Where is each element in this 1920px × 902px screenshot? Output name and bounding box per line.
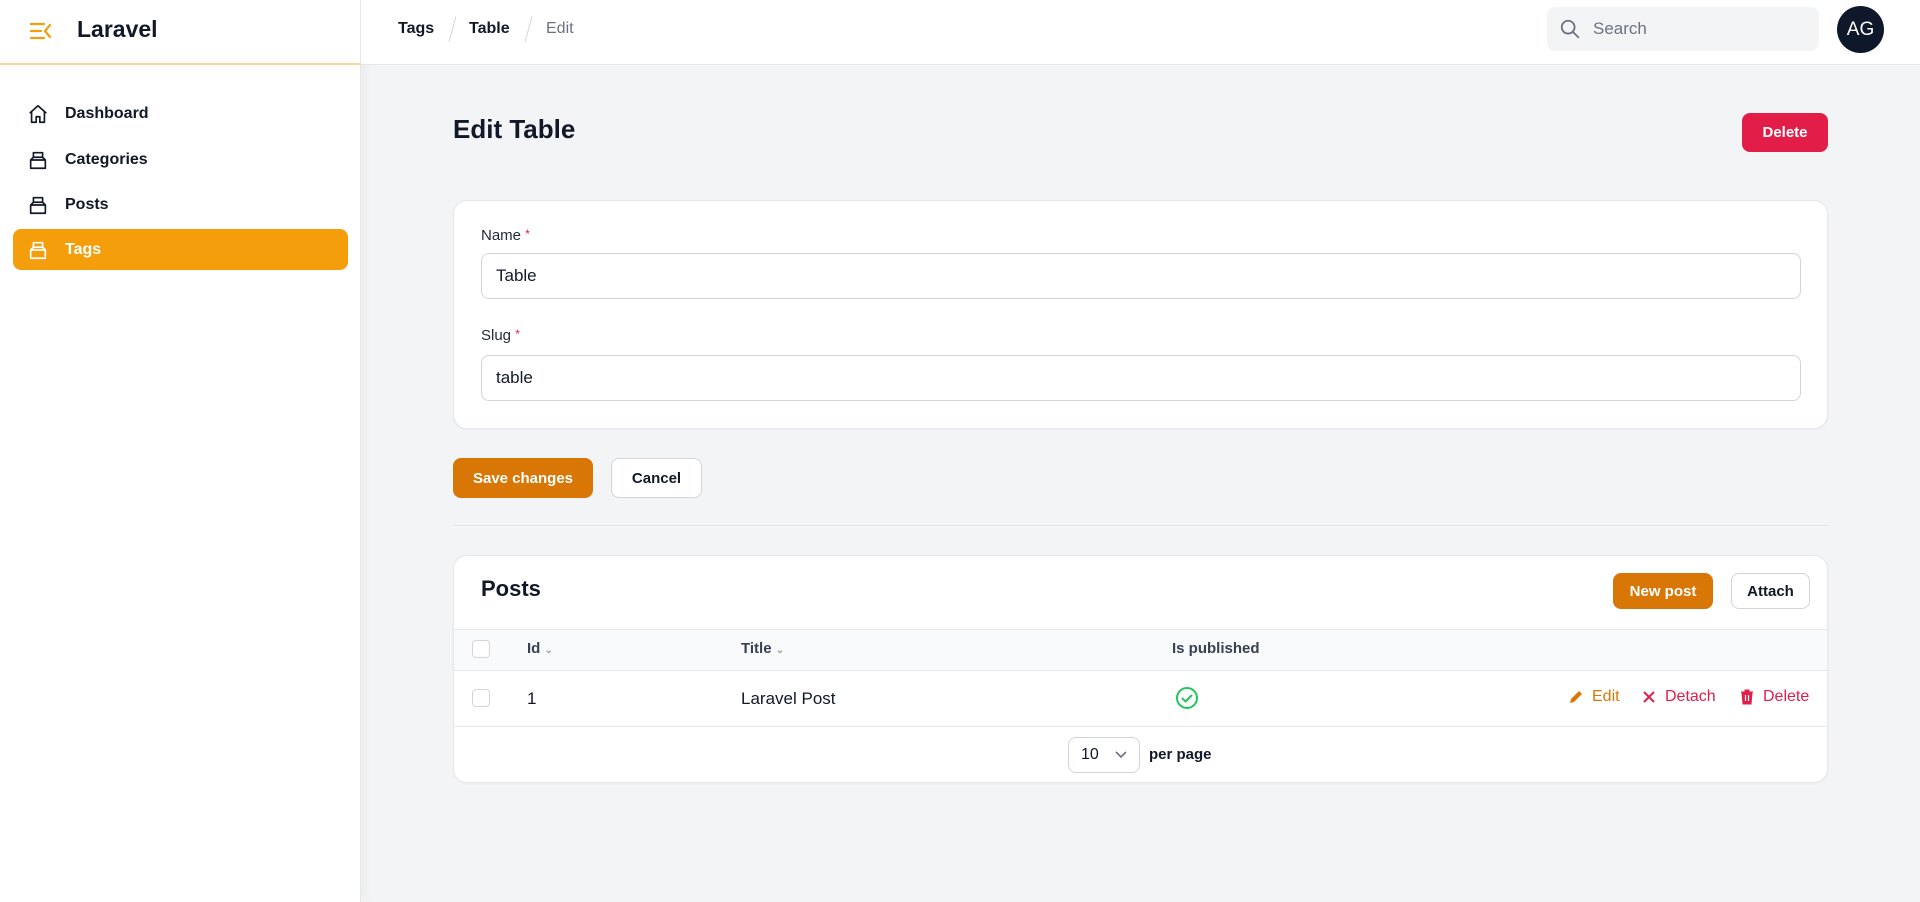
search-icon	[1560, 19, 1580, 39]
column-header-title[interactable]: Title ⌄	[741, 640, 784, 657]
inbox-stack-icon	[29, 241, 47, 259]
sidebar-item-dashboard[interactable]: Dashboard	[13, 93, 348, 134]
chevron-down-icon	[1115, 751, 1127, 759]
slug-input[interactable]: table	[481, 355, 1801, 401]
detach-row-action[interactable]: Detach	[1641, 688, 1716, 706]
name-label: Name *	[481, 227, 530, 244]
posts-title: Posts	[481, 576, 541, 601]
name-input[interactable]: Table	[481, 253, 1801, 299]
search-input[interactable]: Search	[1547, 7, 1819, 51]
page-title: Edit Table	[453, 114, 576, 144]
per-page-label: per page	[1149, 746, 1212, 763]
new-post-button[interactable]: New post	[1613, 573, 1713, 609]
breadcrumb-tags[interactable]: Tags	[398, 20, 434, 38]
search-placeholder: Search	[1593, 19, 1647, 38]
sidebar-item-tags[interactable]: Tags	[13, 229, 348, 270]
attach-button[interactable]: Attach	[1731, 573, 1810, 609]
breadcrumb-edit: Edit	[546, 20, 574, 37]
sidebar: Laravel Dashboard Categories Posts Tags	[0, 0, 361, 902]
column-header-id[interactable]: Id ⌄	[527, 640, 553, 657]
check-circle-icon	[1176, 687, 1198, 709]
select-all-checkbox[interactable]	[472, 640, 490, 658]
avatar[interactable]: AG	[1837, 6, 1884, 53]
cell-id: 1	[527, 689, 537, 708]
brand-logo[interactable]: Laravel	[77, 16, 158, 43]
breadcrumb-table[interactable]: Table	[469, 20, 510, 38]
table-header-row	[454, 629, 1827, 671]
pencil-icon	[1570, 691, 1582, 703]
sidebar-item-posts[interactable]: Posts	[13, 184, 348, 225]
cancel-button[interactable]: Cancel	[611, 458, 702, 498]
collapse-sidebar-icon[interactable]	[30, 22, 52, 40]
column-header-is-published: Is published	[1172, 640, 1260, 657]
row-checkbox[interactable]	[472, 689, 490, 707]
sidebar-item-label: Posts	[65, 195, 109, 213]
sidebar-item-categories[interactable]: Categories	[13, 139, 348, 180]
home-icon	[29, 104, 47, 123]
sidebar-item-label: Categories	[65, 150, 148, 168]
sort-icon: ⌄	[775, 645, 785, 656]
trash-icon	[1741, 689, 1753, 705]
sidebar-item-label: Tags	[65, 240, 102, 258]
delete-button[interactable]: Delete	[1742, 113, 1828, 152]
divider	[453, 525, 1828, 526]
save-changes-button[interactable]: Save changes	[453, 458, 593, 498]
inbox-stack-icon	[29, 196, 47, 214]
per-page-select[interactable]: 10	[1068, 737, 1140, 773]
inbox-stack-icon	[29, 151, 47, 169]
sidebar-header: Laravel	[0, 0, 361, 65]
sort-icon: ⌄	[544, 645, 553, 656]
cell-title: Laravel Post	[741, 689, 836, 708]
delete-row-action[interactable]: Delete	[1739, 688, 1809, 706]
x-mark-icon	[1643, 691, 1655, 703]
slug-label: Slug *	[481, 327, 520, 344]
edit-row-action[interactable]: Edit	[1568, 688, 1620, 706]
sidebar-item-label: Dashboard	[65, 104, 149, 122]
divider	[454, 726, 1827, 727]
